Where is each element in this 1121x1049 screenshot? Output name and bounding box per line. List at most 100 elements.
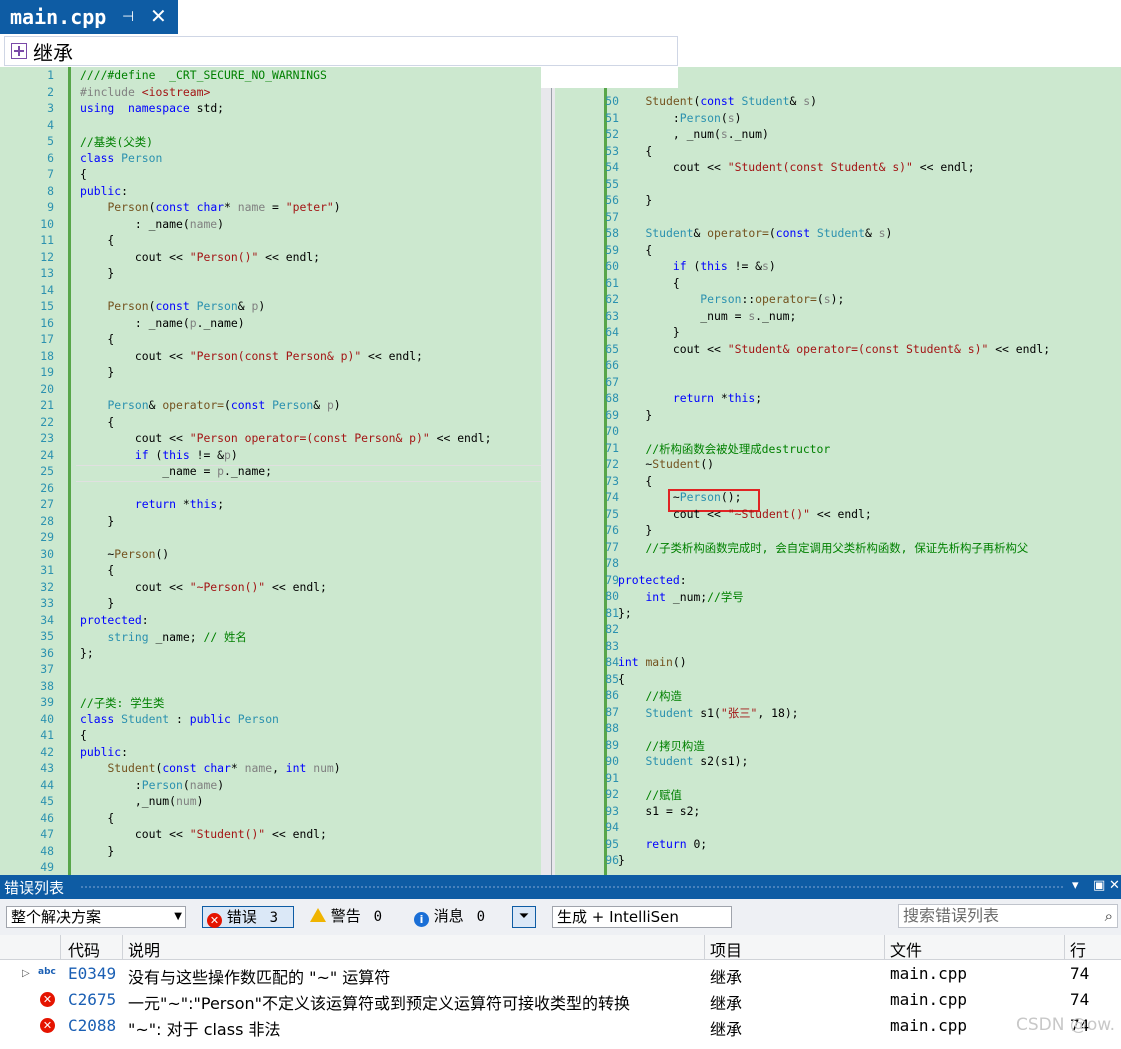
code-line[interactable]: { <box>80 563 114 577</box>
code-line[interactable]: cout << "~Student()" << endl; <box>618 507 872 521</box>
close-icon[interactable]: ✕ <box>1109 878 1120 893</box>
code-line[interactable]: class Student : public Person <box>80 712 279 726</box>
code-line[interactable]: return *this; <box>618 391 762 405</box>
code-line[interactable]: class Person <box>80 151 162 165</box>
filter-icon[interactable]: ⏷ <box>512 906 536 928</box>
col-line[interactable]: 行 <box>1070 937 1086 961</box>
table-row[interactable]: ✕ C2675 一元"~":"Person"不定义该运算符或到预定义运算符可接收… <box>0 987 1121 1013</box>
code-line[interactable]: int main() <box>618 655 687 669</box>
code-line[interactable]: } <box>618 408 652 422</box>
code-line[interactable]: cout << "~Person()" << endl; <box>80 580 327 594</box>
pin-icon[interactable]: ⊣ <box>122 9 134 25</box>
code-line[interactable]: { <box>80 167 87 181</box>
code-line[interactable]: cout << "Person(const Person& p)" << end… <box>80 349 423 363</box>
code-line[interactable]: Student& operator=(const Student& s) <box>618 226 892 240</box>
code-line[interactable]: ~Student() <box>618 457 714 471</box>
code-line[interactable]: //基类(父类) <box>80 134 153 150</box>
code-line[interactable]: ,_num(num) <box>80 794 204 808</box>
code-line[interactable]: cout << "Student(const Student& s)" << e… <box>618 160 975 174</box>
table-row[interactable]: ✕ C2088 "~": 对于 class 非法 继承 main.cpp 74 <box>0 1013 1121 1039</box>
code-line[interactable]: { <box>80 415 114 429</box>
code-line[interactable]: ////#define _CRT_SECURE_NO_WARNINGS <box>80 68 327 82</box>
code-line[interactable]: Student s1("张三", 18); <box>618 705 798 721</box>
code-line[interactable]: cout << "Person()" << endl; <box>80 250 320 264</box>
error-code[interactable]: E0349 <box>68 964 116 983</box>
code-line[interactable]: } <box>618 193 652 207</box>
code-line[interactable]: //子类析构函数完成时, 会自定调用父类析构函数, 保证先析构子再析构父 <box>618 540 1028 556</box>
code-line[interactable]: if (this != &s) <box>618 259 776 273</box>
code-line[interactable]: } <box>80 514 114 528</box>
code-line[interactable]: } <box>80 596 114 610</box>
code-line[interactable]: _name = p._name; <box>80 464 272 478</box>
editor-tab[interactable]: main.cpp ⊣ ✕ <box>0 0 178 34</box>
code-line[interactable]: }; <box>618 606 632 620</box>
code-line[interactable]: cout << "Student()" << endl; <box>80 827 327 841</box>
code-line[interactable]: public: <box>80 184 128 198</box>
code-line[interactable]: public: <box>80 745 128 759</box>
code-line[interactable]: : _name(p._name) <box>80 316 245 330</box>
code-line[interactable]: protected: <box>80 613 149 627</box>
code-editor-right[interactable]: 50 Student(const Student& s) 51 :Person(s… <box>555 67 1121 875</box>
code-line[interactable]: :Person(name) <box>80 778 224 792</box>
errors-filter-button[interactable]: ✕ 错误 3 <box>202 906 294 928</box>
code-line[interactable]: cout << "Student& operator=(const Studen… <box>618 342 1050 356</box>
code-line[interactable]: } <box>618 325 680 339</box>
warnings-filter-button[interactable]: 警告 0 <box>306 906 398 928</box>
build-intellisense-select[interactable]: 生成 + IntelliSen <box>552 906 732 928</box>
code-line[interactable]: { <box>80 233 114 247</box>
code-line[interactable]: s1 = s2; <box>618 804 700 818</box>
table-row[interactable]: ▷ abc E0349 没有与这些操作数匹配的 "~" 运算符 继承 main.… <box>0 961 1121 987</box>
code-line[interactable]: } <box>80 844 114 858</box>
code-line[interactable]: Student s2(s1); <box>618 754 748 768</box>
code-line[interactable]: cout << "Person operator=(const Person& … <box>80 431 492 445</box>
code-line[interactable]: //拷贝构造 <box>618 738 704 754</box>
code-line[interactable]: { <box>618 276 680 290</box>
col-file[interactable]: 文件 <box>890 937 922 961</box>
code-line[interactable]: return 0; <box>618 837 707 851</box>
code-line[interactable]: int _num;//学号 <box>618 589 743 605</box>
code-line[interactable]: { <box>80 332 114 346</box>
error-code[interactable]: C2088 <box>68 1016 116 1035</box>
code-line[interactable]: ~Person() <box>80 547 169 561</box>
code-line[interactable]: { <box>618 474 652 488</box>
code-line[interactable]: :Person(s) <box>618 111 742 125</box>
code-line[interactable]: { <box>618 672 625 686</box>
code-line[interactable]: Student(const Student& s) <box>618 94 816 108</box>
code-line[interactable]: } <box>618 853 625 867</box>
col-desc[interactable]: 说明 <box>128 937 160 961</box>
code-editor-left[interactable]: 1 ////#define _CRT_SECURE_NO_WARNINGS 2 #in… <box>0 67 541 875</box>
code-line[interactable]: //构造 <box>618 688 682 704</box>
code-line[interactable]: _num = s._num; <box>618 309 796 323</box>
code-line[interactable]: Person(const char* name = "peter") <box>80 200 340 214</box>
code-line[interactable]: { <box>80 811 114 825</box>
search-input[interactable]: 搜索错误列表 ⌕ <box>898 904 1118 928</box>
pane-splitter[interactable] <box>541 88 555 875</box>
code-line[interactable]: //析构函数会被处理成destructor <box>618 441 830 457</box>
code-line[interactable]: //子类: 学生类 <box>80 695 164 711</box>
project-navbar[interactable]: 继承 <box>4 36 678 66</box>
code-line[interactable]: { <box>618 144 652 158</box>
code-line[interactable]: Person(const Person& p) <box>80 299 265 313</box>
code-line[interactable]: ~Person(); <box>618 490 742 504</box>
code-line[interactable]: { <box>618 243 652 257</box>
code-line[interactable]: } <box>618 523 652 537</box>
code-line[interactable]: if (this != &p) <box>80 448 238 462</box>
close-icon[interactable]: ✕ <box>150 4 167 28</box>
code-line[interactable]: , _num(s._num) <box>618 127 769 141</box>
expand-icon[interactable]: ▷ <box>22 968 30 979</box>
code-line[interactable]: } <box>80 365 114 379</box>
code-line[interactable]: Person& operator=(const Person& p) <box>80 398 340 412</box>
error-code[interactable]: C2675 <box>68 990 116 1009</box>
code-line[interactable]: }; <box>80 646 94 660</box>
code-line[interactable]: Student(const char* name, int num) <box>80 761 340 775</box>
dropdown-icon[interactable]: ▾ <box>1072 878 1079 893</box>
code-line[interactable]: { <box>80 728 87 742</box>
code-line[interactable]: #include <iostream> <box>80 85 210 99</box>
messages-filter-button[interactable]: i 消息 0 <box>410 906 502 928</box>
maximize-icon[interactable]: ▣ <box>1093 878 1105 893</box>
code-line[interactable]: } <box>80 266 114 280</box>
code-line[interactable]: string _name; // 姓名 <box>80 629 246 645</box>
col-project[interactable]: 项目 <box>710 937 742 961</box>
code-line[interactable]: return *this; <box>80 497 224 511</box>
code-line[interactable]: : _name(name) <box>80 217 224 231</box>
